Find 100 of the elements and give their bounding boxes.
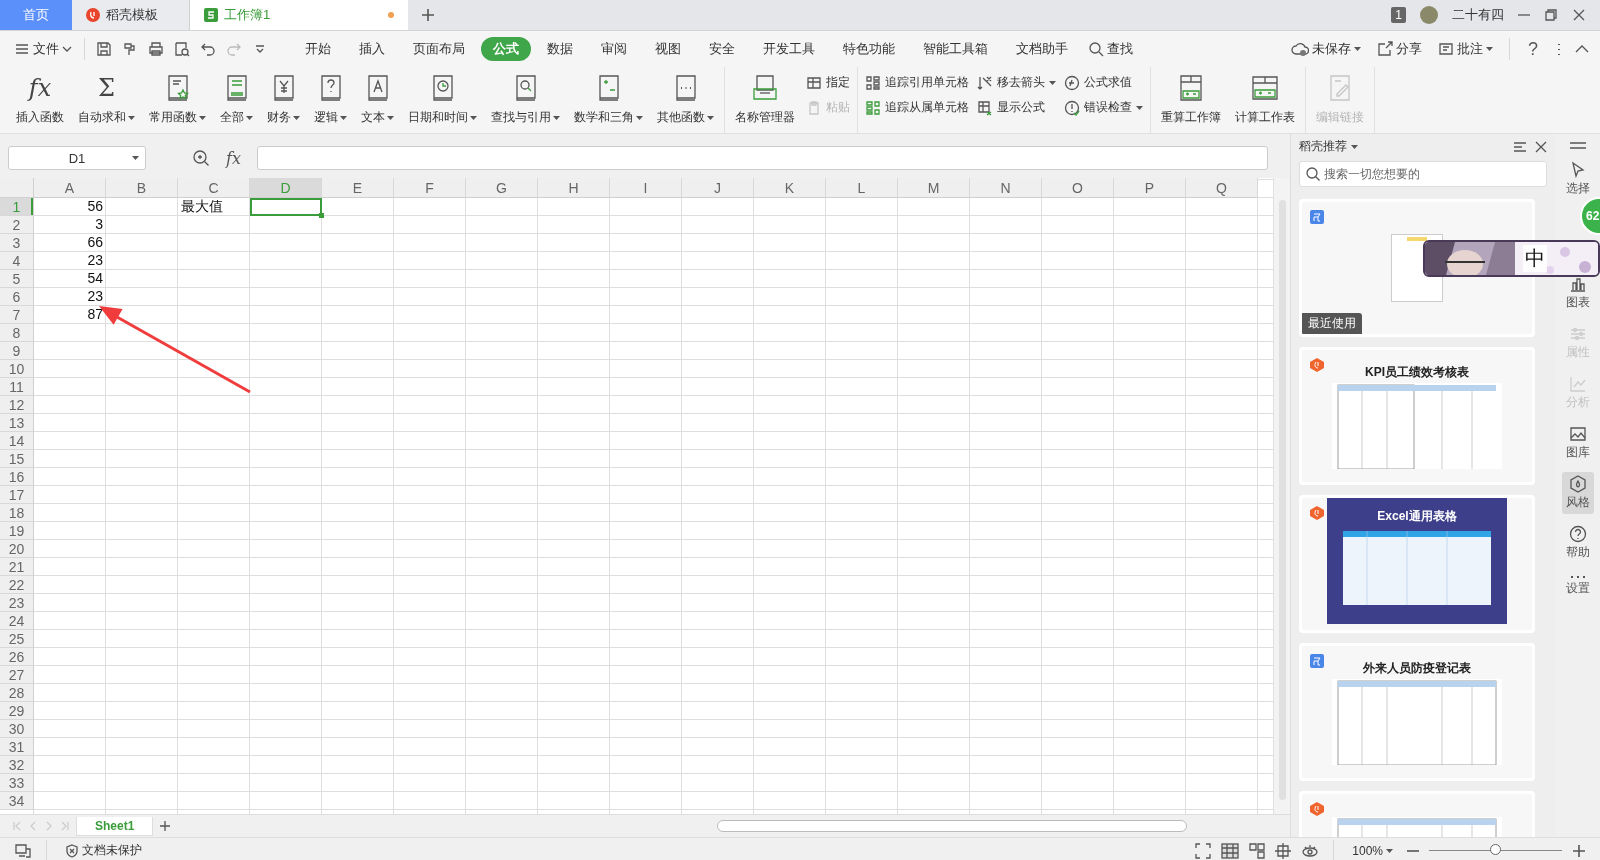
search-button[interactable]: 查找 xyxy=(1084,38,1137,60)
panel-title[interactable]: 稻壳推荐 xyxy=(1299,138,1347,155)
row-header[interactable]: 22 xyxy=(0,576,34,594)
menu-tab[interactable]: 开发工具 xyxy=(751,37,827,61)
column-header[interactable]: H xyxy=(538,178,610,198)
row-header[interactable]: 6 xyxy=(0,288,34,306)
row-header[interactable]: 28 xyxy=(0,684,34,702)
document-tab[interactable]: 首页 xyxy=(0,0,72,30)
input-method-menu[interactable]: 中 xyxy=(1423,240,1600,277)
column-header[interactable]: F xyxy=(394,178,466,198)
column-header[interactable]: A xyxy=(34,178,106,198)
restore-button[interactable] xyxy=(1544,8,1558,22)
zoom-out-button[interactable] xyxy=(1407,849,1419,852)
row-header[interactable]: 20 xyxy=(0,540,34,558)
template-card[interactable]: KPI员工绩效考核表 xyxy=(1299,347,1535,485)
row-header[interactable]: 14 xyxy=(0,432,34,450)
add-sheet-button[interactable] xyxy=(159,820,172,832)
ribbon-button[interactable]: 显示公式 xyxy=(974,98,1059,117)
ribbon-button[interactable]: 重算工作簿 xyxy=(1155,69,1227,130)
column-header[interactable]: L xyxy=(826,178,898,198)
ribbon-button[interactable]: 全部 xyxy=(214,69,259,130)
ribbon-button[interactable]: 其他函数 xyxy=(651,69,720,130)
ribbon-button[interactable]: 移去箭头 xyxy=(974,73,1059,92)
protect-status[interactable]: 文档未保护 xyxy=(61,840,146,860)
row-header[interactable]: 27 xyxy=(0,666,34,684)
toolbar-action[interactable]: 分享 xyxy=(1373,38,1426,60)
menu-tab[interactable]: 审阅 xyxy=(589,37,639,61)
ribbon-button[interactable]: 指定 xyxy=(803,73,853,92)
column-header[interactable]: E xyxy=(322,178,394,198)
row-header[interactable]: 16 xyxy=(0,468,34,486)
row-header[interactable]: 7 xyxy=(0,306,34,324)
menu-tab[interactable]: 特色功能 xyxy=(831,37,907,61)
ribbon-button[interactable]: 查找与引用 xyxy=(485,69,566,130)
menu-tab[interactable]: 公式 xyxy=(481,37,531,61)
ribbon-button[interactable]: 追踪从属单元格 xyxy=(862,98,972,117)
column-header[interactable]: K xyxy=(754,178,826,198)
menu-tab[interactable]: 安全 xyxy=(697,37,747,61)
ribbon-button[interactable]: Σ 自动求和 xyxy=(72,69,141,130)
row-header[interactable]: 33 xyxy=(0,774,34,792)
ribbon-button[interactable]: 追踪引用单元格 xyxy=(862,73,972,92)
row-header[interactable]: 3 xyxy=(0,234,34,252)
column-header[interactable]: O xyxy=(1042,178,1114,198)
row-header[interactable]: 12 xyxy=(0,396,34,414)
file-menu[interactable]: 文件 xyxy=(10,38,76,60)
fx-label[interactable]: fx xyxy=(226,148,241,168)
user-name[interactable]: 二十有四 xyxy=(1452,6,1504,24)
row-header[interactable]: 24 xyxy=(0,612,34,630)
template-card[interactable]: 外来人员防疫登记表 xyxy=(1299,643,1535,781)
menu-tab[interactable]: 开始 xyxy=(293,37,343,61)
row-header[interactable]: 21 xyxy=(0,558,34,576)
sidebar-item[interactable]: 设置 xyxy=(1561,572,1594,600)
formula-input[interactable] xyxy=(256,146,1268,170)
column-header[interactable]: N xyxy=(970,178,1042,198)
ribbon-button[interactable]: 文本 xyxy=(355,69,400,130)
row-header[interactable]: 9 xyxy=(0,342,34,360)
row-header[interactable]: 10 xyxy=(0,360,34,378)
ribbon-button[interactable]: 逻辑 xyxy=(308,69,353,130)
row-header[interactable]: 5 xyxy=(0,270,34,288)
row-header[interactable]: 31 xyxy=(0,738,34,756)
column-header[interactable]: C xyxy=(178,178,250,198)
row-header[interactable]: 34 xyxy=(0,792,34,810)
column-header[interactable]: G xyxy=(466,178,538,198)
column-header[interactable]: J xyxy=(682,178,754,198)
row-header[interactable]: 15 xyxy=(0,450,34,468)
row-header[interactable]: 17 xyxy=(0,486,34,504)
name-box[interactable]: D1 xyxy=(8,146,146,170)
help-button[interactable]: ? xyxy=(1522,38,1544,60)
row-header[interactable]: 18 xyxy=(0,504,34,522)
column-header[interactable]: B xyxy=(106,178,178,198)
ribbon-button[interactable]: 错误检查 xyxy=(1061,98,1146,117)
document-tab[interactable]: 工作簿1 xyxy=(190,0,408,30)
ribbon-button[interactable]: fx 插入函数 xyxy=(10,69,70,130)
spreadsheet-grid[interactable]: A B C D E F G H I J K L M N O P Q 1 56 最大值 2 3 3 66 4 23 5 54 6 23 7 87 8 9 10 11 12 13 14 15 16 17 18 19 20 21 22 23 24 25 26 27 28 29 30 31 32 33 34 xyxy=(0,178,1273,814)
ribbon-button[interactable]: 名称管理器 xyxy=(729,69,801,130)
ribbon-button[interactable]: 财务 xyxy=(261,69,306,130)
row-header[interactable]: 8 xyxy=(0,324,34,342)
row-header[interactable]: 13 xyxy=(0,414,34,432)
menu-tab[interactable]: 页面布局 xyxy=(401,37,477,61)
menu-tab[interactable]: 视图 xyxy=(643,37,693,61)
column-header[interactable]: Q xyxy=(1186,178,1258,198)
toolbar-action[interactable]: 未保存 xyxy=(1287,38,1365,60)
row-header[interactable]: 25 xyxy=(0,630,34,648)
column-header[interactable]: I xyxy=(610,178,682,198)
sidebar-item[interactable]: 风格 xyxy=(1561,472,1594,514)
avatar[interactable] xyxy=(1420,6,1438,24)
ribbon-button[interactable]: 数学和三角 xyxy=(568,69,649,130)
ribbon-button[interactable]: 常用函数 xyxy=(143,69,212,130)
sidebar-item[interactable]: 图库 xyxy=(1561,422,1594,464)
zoom-in-button[interactable] xyxy=(1572,843,1586,858)
zoom-level[interactable]: 100% xyxy=(1348,841,1397,860)
column-header[interactable]: M xyxy=(898,178,970,198)
sidebar-item[interactable]: 帮助 xyxy=(1561,522,1594,564)
ribbon-button[interactable]: 计算工作表 xyxy=(1229,69,1301,130)
sidebar-item[interactable]: 选择 xyxy=(1561,158,1594,200)
template-card[interactable]: Excel通用表格 xyxy=(1299,495,1535,633)
menu-tab[interactable]: 插入 xyxy=(347,37,397,61)
ribbon-button[interactable]: 公式求值 xyxy=(1061,73,1146,92)
document-tab[interactable]: 稻壳模板 xyxy=(72,0,190,30)
slider-thumb[interactable] xyxy=(1489,844,1501,855)
row-header[interactable]: 4 xyxy=(0,252,34,270)
